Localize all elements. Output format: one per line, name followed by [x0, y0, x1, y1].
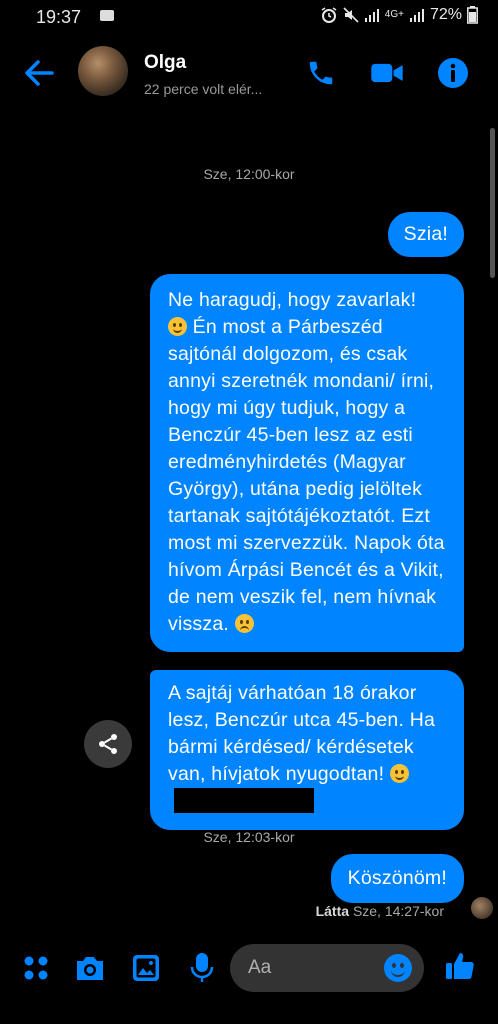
voice-button[interactable]: [186, 952, 218, 984]
message-bubble-outgoing[interactable]: Szia!: [387, 212, 464, 257]
status-time: 19:37: [36, 7, 82, 27]
video-call-button[interactable]: [370, 56, 404, 90]
smile-emoji-icon: [168, 317, 187, 336]
message-input-placeholder: Aa: [248, 957, 272, 978]
emoji-icon[interactable]: [384, 954, 412, 982]
message-bubble-outgoing[interactable]: Ne haragudj, hogy zavarlak! Én most a Pá…: [150, 274, 464, 652]
network-type: 4G+: [384, 9, 404, 20]
signal-icon: [364, 9, 379, 22]
seen-label: Látta: [315, 903, 350, 919]
chat-header: Olga 22 perce volt elér...: [0, 36, 498, 116]
seen-time: Sze, 14:27-kor: [352, 903, 444, 919]
mic-icon: [190, 953, 214, 982]
smile-emoji-icon: [389, 764, 409, 783]
camera-icon: [77, 957, 103, 980]
redaction-box: [174, 788, 314, 813]
camera-button[interactable]: [74, 952, 106, 984]
apps-icon: [24, 956, 48, 980]
video-icon: [371, 63, 403, 83]
like-icon: [446, 953, 474, 979]
call-button[interactable]: [304, 56, 338, 90]
back-arrow-icon: [25, 60, 54, 86]
contact-name[interactable]: Olga: [144, 52, 186, 74]
message-text: Én most a Párbeszéd sajtónál dolgozom, é…: [168, 316, 445, 635]
info-button[interactable]: [436, 56, 470, 90]
status-indicators: 4G+ 72%: [320, 6, 478, 24]
gallery-button[interactable]: [130, 952, 162, 984]
scrollbar[interactable]: [490, 128, 495, 278]
message-notification-icon: [100, 10, 114, 21]
seen-avatar: [471, 897, 493, 919]
message-timestamp: Sze, 12:03-kor: [203, 829, 295, 845]
contact-status: 22 perce volt elér...: [144, 81, 263, 97]
share-icon: [99, 734, 117, 754]
status-bar: 19:37 4G+ 72%: [0, 0, 498, 34]
apps-button[interactable]: [20, 952, 52, 984]
share-button[interactable]: [84, 720, 132, 768]
battery-icon: [467, 6, 478, 24]
back-button[interactable]: [22, 56, 56, 90]
message-bubble-outgoing[interactable]: Köszönöm!: [330, 854, 464, 903]
seen-receipt: Látta Sze, 14:27-kor: [316, 903, 444, 919]
alarm-icon: [321, 7, 337, 23]
sad-emoji-icon: [234, 614, 254, 633]
mute-icon: [343, 7, 359, 23]
signal-icon-2: [409, 9, 424, 22]
phone-icon: [309, 61, 333, 85]
contact-avatar[interactable]: [78, 46, 128, 96]
info-icon: [438, 58, 468, 88]
message-input[interactable]: Aa: [230, 944, 424, 992]
like-button[interactable]: [444, 950, 476, 982]
gallery-icon: [133, 955, 159, 981]
message-bubble-outgoing[interactable]: A sajtáj várhatóan 18 órakor lesz, Bencz…: [150, 670, 464, 830]
message-composer: Aa: [0, 940, 498, 1000]
battery-percent: 72%: [429, 6, 462, 23]
message-timestamp: Sze, 12:00-kor: [203, 166, 295, 182]
message-text: Ne haragudj, hogy zavarlak!: [168, 289, 417, 311]
